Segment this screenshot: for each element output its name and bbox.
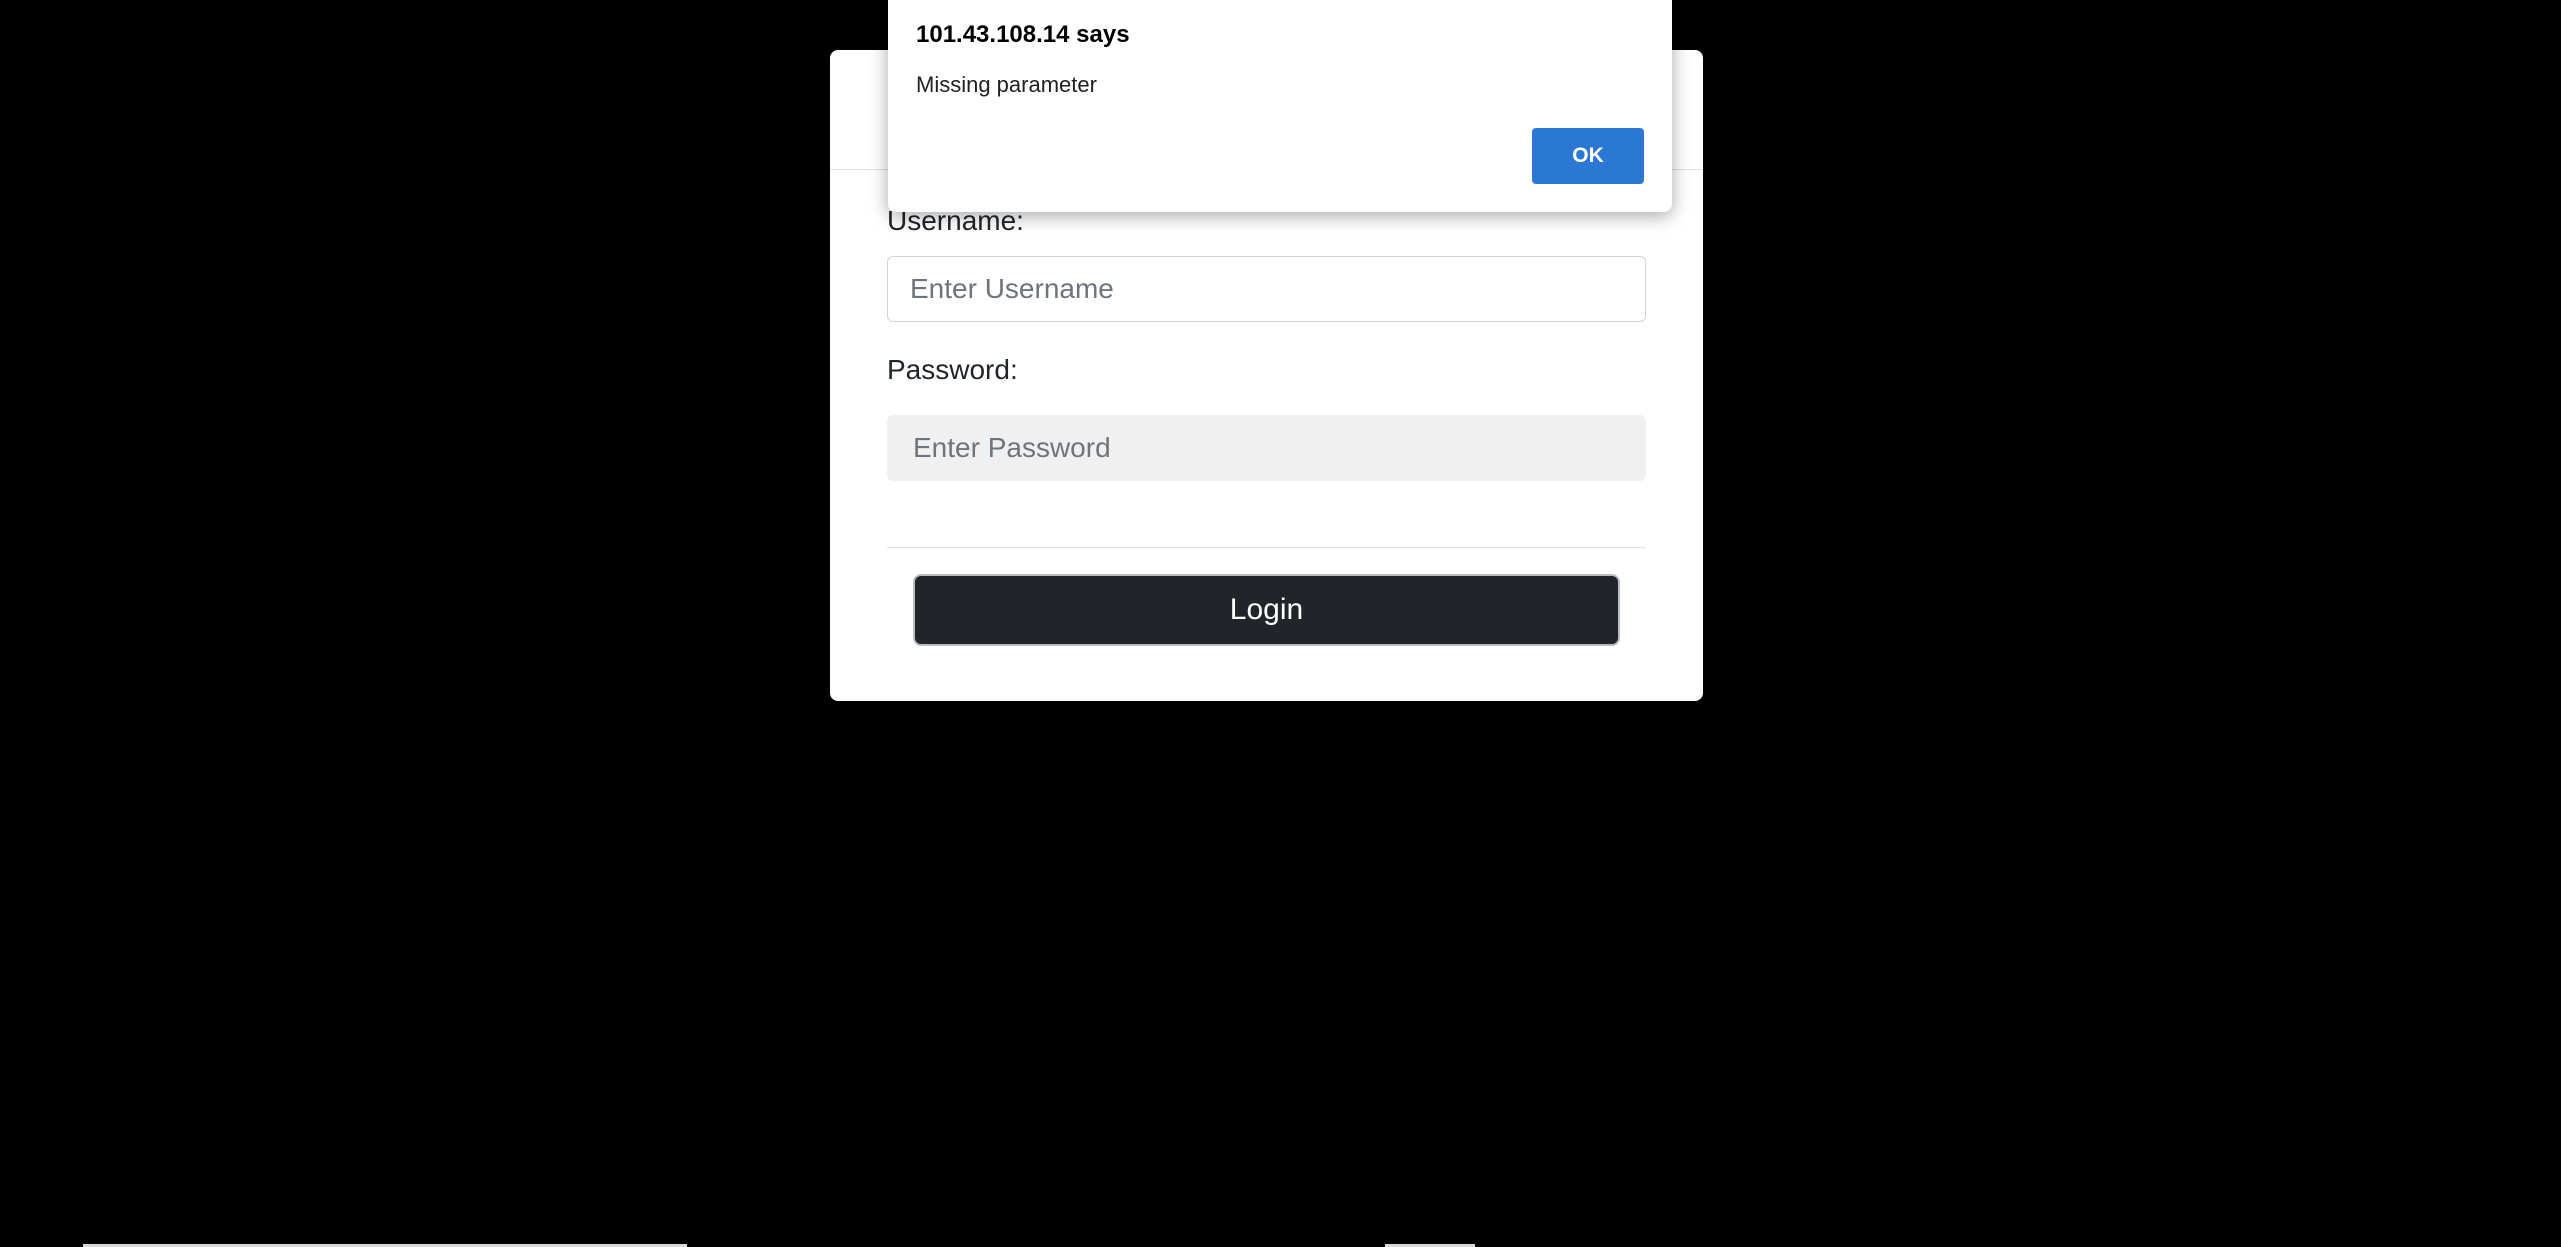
username-input[interactable] [887, 256, 1646, 322]
alert-message: Missing parameter [916, 72, 1097, 97]
alert-ok-button[interactable]: OK [1532, 128, 1644, 184]
password-input[interactable] [887, 415, 1646, 481]
page-backdrop: Username: Password: Login 101.43.108.14 … [0, 0, 2561, 1247]
browser-alert-dialog: 101.43.108.14 says Missing parameter OK [888, 0, 1672, 212]
password-label: Password: [887, 354, 1018, 385]
login-button[interactable]: Login [913, 574, 1620, 646]
form-divider [887, 547, 1646, 548]
alert-title: 101.43.108.14 says [916, 21, 1130, 48]
